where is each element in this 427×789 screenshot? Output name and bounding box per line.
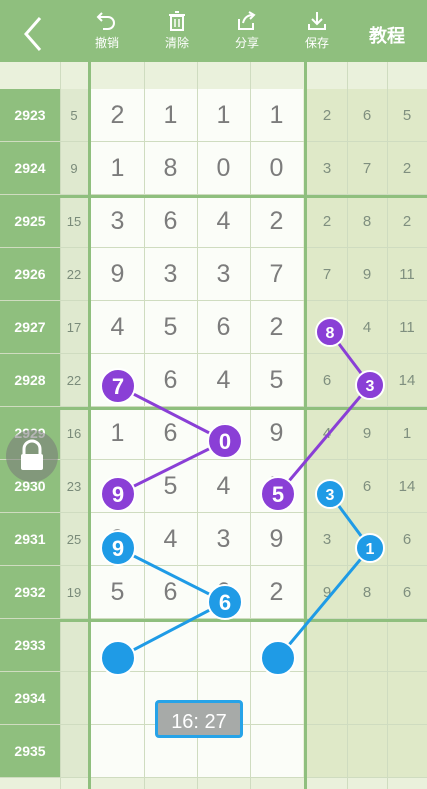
lock-button[interactable] bbox=[6, 430, 58, 482]
marker-label: 3 bbox=[366, 378, 375, 395]
marker-label: 7 bbox=[112, 374, 124, 399]
marker-label: 9 bbox=[112, 536, 124, 561]
marker-purple[interactable]: 9 bbox=[100, 476, 136, 512]
purple-line bbox=[276, 331, 372, 495]
marker-blue[interactable]: 6 bbox=[207, 584, 243, 620]
marker-label: 0 bbox=[219, 429, 231, 454]
blue-line bbox=[276, 493, 372, 659]
marker-purple[interactable]: 7 bbox=[100, 368, 136, 404]
drawing-overlay[interactable]: 7 0 9 5 8 3 9 6 3 1 bbox=[0, 0, 427, 789]
marker-purple[interactable]: 5 bbox=[260, 476, 296, 512]
marker-blue-empty[interactable] bbox=[260, 640, 296, 676]
marker-blue[interactable]: 3 bbox=[315, 479, 345, 509]
marker-purple[interactable]: 0 bbox=[207, 423, 243, 459]
marker-label: 8 bbox=[326, 325, 335, 342]
marker-label: 6 bbox=[219, 590, 231, 615]
marker-blue[interactable]: 1 bbox=[355, 533, 385, 563]
lock-icon bbox=[21, 439, 43, 470]
marker-label: 9 bbox=[112, 482, 124, 507]
marker-label: 3 bbox=[326, 487, 335, 504]
marker-label: 1 bbox=[366, 541, 375, 558]
marker-purple[interactable]: 3 bbox=[355, 370, 385, 400]
marker-label: 5 bbox=[272, 482, 284, 507]
marker-purple[interactable]: 8 bbox=[315, 317, 345, 347]
marker-blue[interactable]: 9 bbox=[100, 530, 136, 566]
marker-blue-empty[interactable] bbox=[100, 640, 136, 676]
timer-display: 16: 27 bbox=[155, 700, 243, 738]
